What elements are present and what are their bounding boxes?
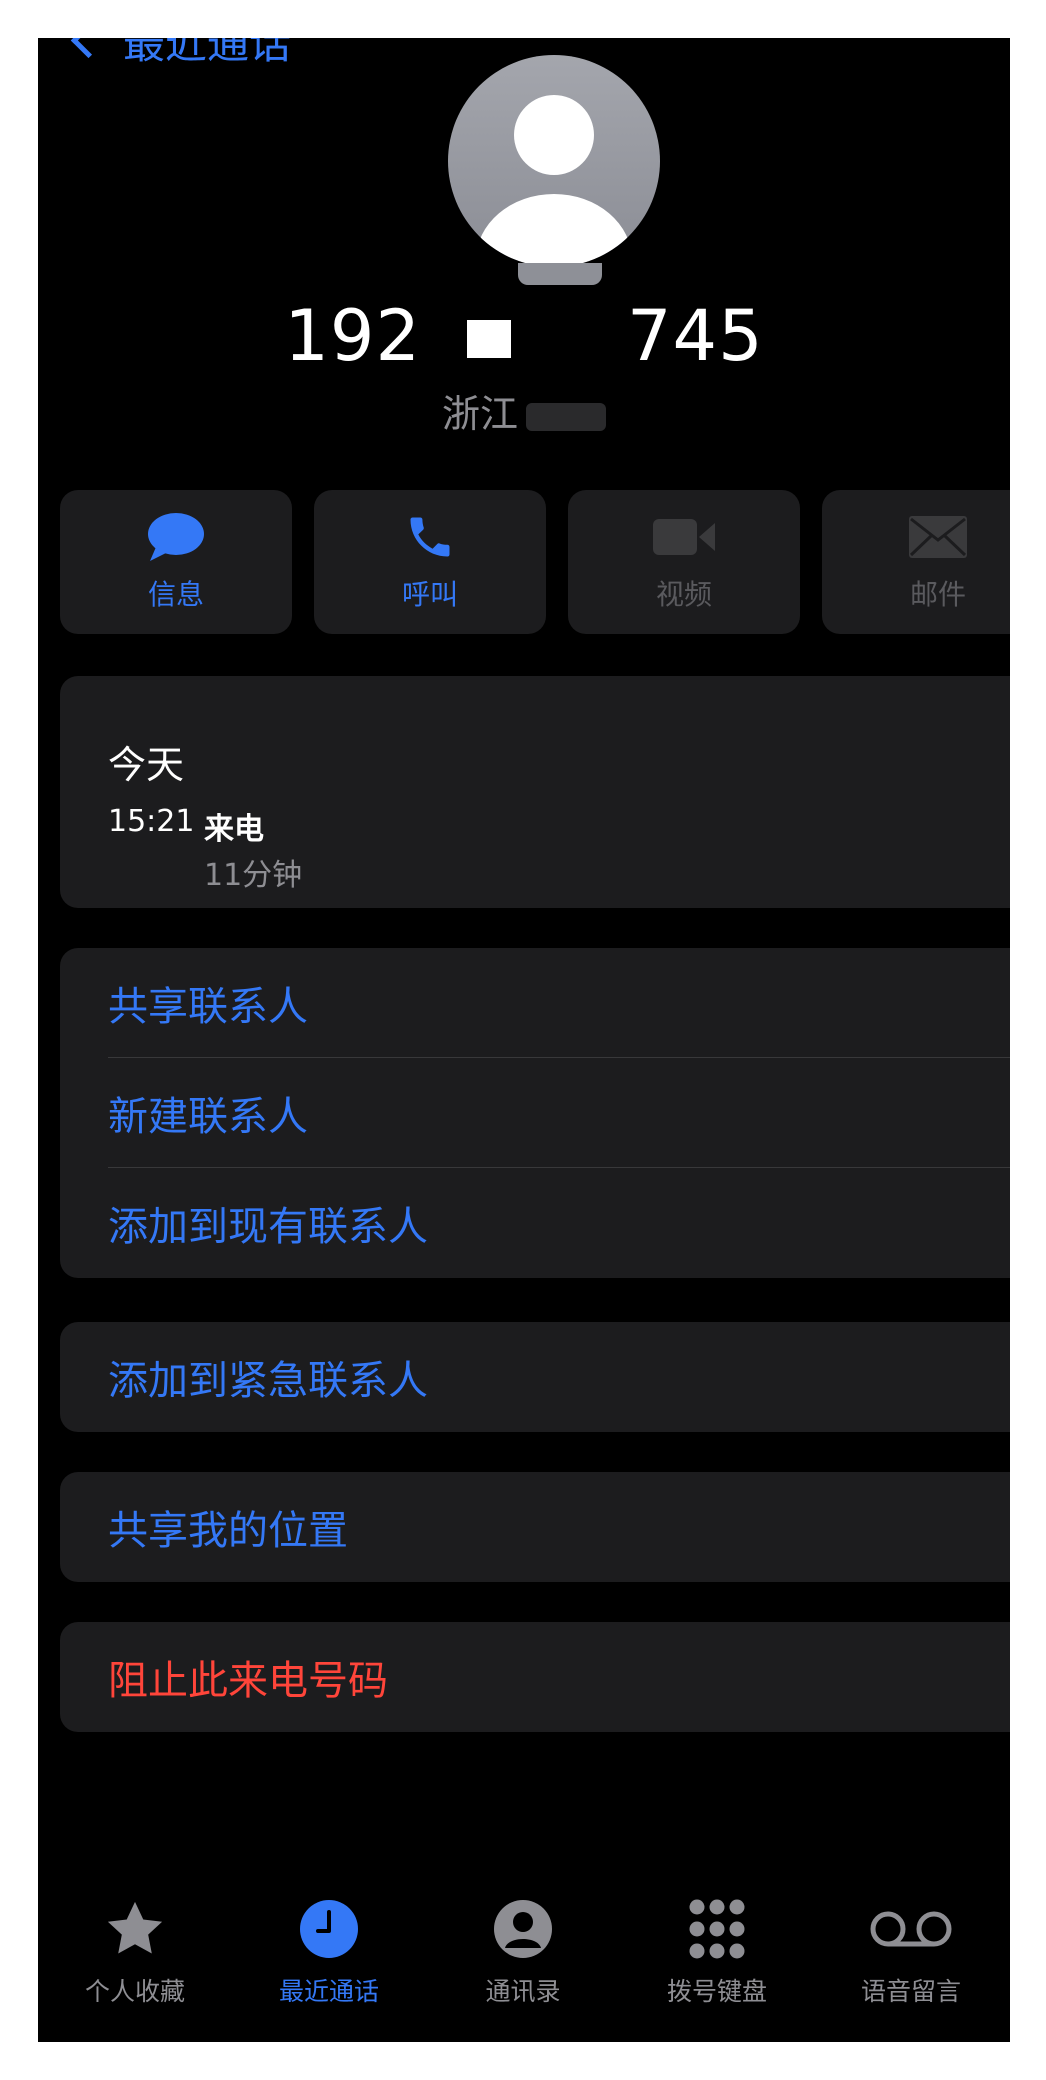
call-label: 呼叫 bbox=[401, 578, 458, 611]
location-redaction bbox=[526, 402, 606, 431]
contact-options-group: 共享联系人 新建联系人 添加到现有联系人 bbox=[60, 948, 1010, 1278]
keypad-icon bbox=[686, 1896, 748, 1962]
phone-number-prefix: 192 bbox=[284, 295, 421, 377]
block-caller-row[interactable]: 阻止此来电号码 bbox=[60, 1622, 1010, 1732]
mail-button[interactable]: 邮件 bbox=[822, 490, 1010, 634]
person-circle-icon bbox=[492, 1896, 554, 1962]
add-to-existing-row[interactable]: 添加到现有联系人 bbox=[60, 1168, 1010, 1278]
call-type: 来电 bbox=[204, 812, 264, 847]
tab-contacts[interactable]: 通讯录 bbox=[426, 1896, 620, 2042]
block-group: 阻止此来电号码 bbox=[60, 1622, 1010, 1732]
tab-keypad[interactable]: 拨号键盘 bbox=[620, 1896, 814, 2042]
location-label: 浙江 bbox=[441, 392, 518, 436]
tab-favorites-label: 个人收藏 bbox=[84, 1977, 185, 2006]
tab-recents[interactable]: 最近通话 bbox=[232, 1896, 426, 2042]
share-contact-row[interactable]: 共享联系人 bbox=[60, 948, 1010, 1058]
call-time: 15:21 bbox=[108, 804, 195, 839]
voicemail-icon bbox=[868, 1896, 954, 1962]
phone-number-suffix: 745 bbox=[627, 295, 764, 377]
envelope-icon bbox=[909, 511, 967, 563]
recent-call-card: 今天 15:21 来电 11分钟 bbox=[60, 676, 1010, 908]
number-redaction bbox=[449, 318, 599, 358]
phone-screen: 最近通话 192 745 浙江 信息 呼叫 视频 邮件 今天 15:21 来电 … bbox=[38, 38, 1010, 2042]
share-location-row[interactable]: 共享我的位置 bbox=[60, 1472, 1010, 1582]
quick-actions: 信息 呼叫 视频 邮件 bbox=[60, 490, 1010, 634]
tab-voicemail-label: 语音留言 bbox=[860, 1977, 961, 2006]
person-silhouette-icon bbox=[476, 95, 632, 267]
chevron-left-icon bbox=[70, 38, 107, 58]
message-bubble-icon bbox=[146, 511, 206, 563]
mail-label: 邮件 bbox=[909, 578, 966, 611]
number-location: 浙江 bbox=[38, 383, 1010, 438]
message-button[interactable]: 信息 bbox=[60, 490, 292, 634]
emergency-group: 添加到紧急联系人 bbox=[60, 1322, 1010, 1432]
tab-favorites[interactable]: 个人收藏 bbox=[38, 1896, 232, 2042]
message-label: 信息 bbox=[147, 578, 204, 611]
call-duration: 11分钟 bbox=[204, 858, 303, 893]
tab-contacts-label: 通讯录 bbox=[485, 1977, 561, 2006]
back-label: 最近通话 bbox=[123, 38, 292, 68]
call-button[interactable]: 呼叫 bbox=[314, 490, 546, 634]
tab-keypad-label: 拨号键盘 bbox=[666, 1977, 767, 2006]
video-label: 视频 bbox=[655, 578, 712, 611]
tab-bar: 个人收藏 最近通话 通讯录 拨号键盘 语音留言 bbox=[38, 1896, 1010, 2042]
star-icon bbox=[103, 1896, 167, 1962]
phone-number: 192 745 bbox=[38, 295, 1010, 377]
tab-recents-label: 最近通话 bbox=[278, 1977, 379, 2006]
back-button[interactable]: 最近通话 bbox=[70, 38, 292, 68]
contact-avatar bbox=[448, 55, 660, 267]
clock-icon bbox=[298, 1896, 360, 1962]
add-emergency-contact-row[interactable]: 添加到紧急联系人 bbox=[60, 1322, 1010, 1432]
new-contact-row[interactable]: 新建联系人 bbox=[60, 1058, 1010, 1168]
call-day: 今天 bbox=[108, 743, 185, 787]
tab-voicemail[interactable]: 语音留言 bbox=[814, 1896, 1008, 2042]
video-camera-icon bbox=[653, 511, 715, 563]
phone-icon bbox=[404, 511, 456, 563]
location-group: 共享我的位置 bbox=[60, 1472, 1010, 1582]
video-button[interactable]: 视频 bbox=[568, 490, 800, 634]
avatar-tab bbox=[518, 263, 602, 285]
